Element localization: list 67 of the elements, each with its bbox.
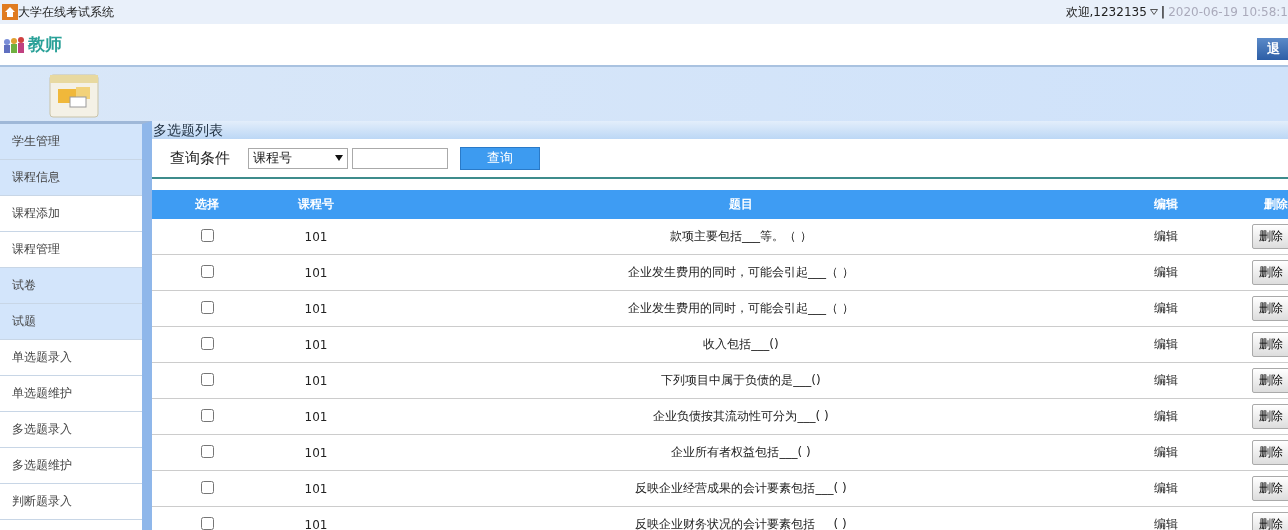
delete-button[interactable]: 删除 [1252, 476, 1288, 501]
course-cell: 101 [262, 506, 370, 530]
row-checkbox[interactable] [200, 372, 214, 386]
edit-link[interactable]: 编辑 [1112, 290, 1220, 327]
sidebar-group[interactable]: 学生管理 [0, 124, 142, 160]
delete-button[interactable]: 删除 [1252, 440, 1288, 465]
delete-button[interactable]: 删除 [1252, 296, 1288, 321]
column-header: 课程号 [262, 190, 370, 219]
course-cell: 101 [262, 434, 370, 471]
role-title: 教师 [28, 33, 62, 56]
query-label: 查询条件 [170, 148, 230, 168]
search-field[interactable] [352, 147, 448, 169]
row-checkbox[interactable] [200, 300, 214, 314]
delete-button[interactable]: 删除 [1252, 368, 1288, 393]
row-checkbox[interactable] [200, 408, 214, 422]
course-cell: 101 [262, 326, 370, 363]
dropdown-icon[interactable] [1149, 9, 1158, 15]
row-checkbox[interactable] [200, 480, 214, 494]
column-header: 删除 [1220, 190, 1288, 219]
course-cell: 101 [262, 290, 370, 327]
delete-button[interactable]: 删除 [1252, 260, 1288, 285]
edit-link[interactable]: 编辑 [1112, 434, 1220, 471]
logout-button[interactable]: 退 [1257, 37, 1288, 60]
question-cell: 反映企业财务状况的会计要素包括___( ) [370, 506, 1112, 530]
edit-link[interactable]: 编辑 [1112, 506, 1220, 530]
question-cell: 款项主要包括___等。（ ） [370, 219, 1112, 255]
row-checkbox[interactable] [200, 264, 214, 278]
datetime: 2020-06-19 10:58:1 [1168, 5, 1288, 19]
row-checkbox[interactable] [200, 444, 214, 458]
course-cell: 101 [262, 219, 370, 255]
panel-title: 多选题列表 [152, 121, 1288, 139]
sidebar-group[interactable]: 课程信息 [0, 160, 142, 196]
question-cell: 下列项目中属于负债的是___() [370, 362, 1112, 399]
course-select[interactable]: 课程号 [248, 147, 348, 169]
question-cell: 企业发生费用的同时，可能会引起___（ ） [370, 290, 1112, 327]
welcome-user[interactable]: 欢迎,1232135 [1065, 3, 1147, 21]
course-cell: 101 [262, 398, 370, 435]
question-cell: 企业发生费用的同时，可能会引起___（ ） [370, 254, 1112, 291]
app-title: 大学在线考试系统 [18, 3, 114, 21]
row-checkbox[interactable] [200, 336, 214, 350]
edit-link[interactable]: 编辑 [1112, 326, 1220, 363]
edit-link[interactable]: 编辑 [1112, 254, 1220, 291]
separator: | [1160, 5, 1166, 19]
delete-button[interactable]: 删除 [1252, 512, 1288, 530]
edit-link[interactable]: 编辑 [1112, 362, 1220, 399]
question-cell: 企业所有者权益包括___( ) [370, 434, 1112, 471]
row-checkbox[interactable] [200, 228, 214, 242]
edit-link[interactable]: 编辑 [1112, 219, 1220, 255]
home-icon [2, 4, 18, 20]
sidebar-group[interactable]: 试卷 [0, 268, 142, 304]
column-header: 编辑 [1112, 190, 1220, 219]
question-cell: 反映企业经营成果的会计要素包括___( ) [370, 470, 1112, 507]
edit-link[interactable]: 编辑 [1112, 470, 1220, 507]
column-header: 选择 [152, 190, 262, 219]
column-header: 题目 [370, 190, 1112, 219]
question-cell: 企业负债按其流动性可分为___( ) [370, 398, 1112, 435]
delete-button[interactable]: 删除 [1252, 224, 1288, 249]
course-cell: 101 [262, 362, 370, 399]
delete-button[interactable]: 删除 [1252, 332, 1288, 357]
delete-button[interactable]: 删除 [1252, 404, 1288, 429]
sidebar-group[interactable]: 试题 [0, 304, 142, 340]
course-cell: 101 [262, 470, 370, 507]
course-cell: 101 [262, 254, 370, 291]
caret-icon [335, 155, 343, 161]
row-checkbox[interactable] [200, 516, 214, 530]
edit-link[interactable]: 编辑 [1112, 398, 1220, 435]
question-cell: 收入包括___() [370, 326, 1112, 363]
